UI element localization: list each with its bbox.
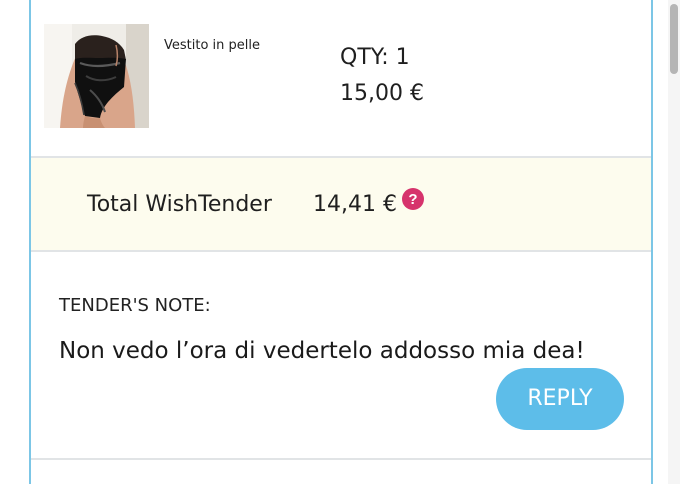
total-row: Total WishTender 14,41 € ? [31,158,651,252]
total-label: Total WishTender [87,192,272,217]
quantity-label: QTY: 1 [340,45,410,70]
product-name: Vestito in pelle [164,38,261,53]
item-price: 15,00 € [340,81,424,106]
question-mark-icon[interactable]: ? [402,188,424,210]
note-body: Non vedo l’ora di vedertelo addosso mia … [59,338,585,364]
tenders-note-section: TENDER'S NOTE: Non vedo l’ora di vederte… [31,252,651,460]
wishtender-order-page: Vestito in pelle QTY: 1 15,00 € Total Wi… [0,0,680,484]
reply-button[interactable]: REPLY [496,368,624,430]
order-panel: Vestito in pelle QTY: 1 15,00 € Total Wi… [29,0,653,484]
product-thumbnail[interactable] [44,24,149,128]
vertical-scrollbar[interactable] [668,0,680,484]
total-value: 14,41 € [313,192,397,217]
order-item-row: Vestito in pelle QTY: 1 15,00 € [31,0,651,158]
scrollbar-thumb[interactable] [670,4,678,74]
svg-text:?: ? [408,191,417,208]
note-title: TENDER'S NOTE: [59,295,211,316]
